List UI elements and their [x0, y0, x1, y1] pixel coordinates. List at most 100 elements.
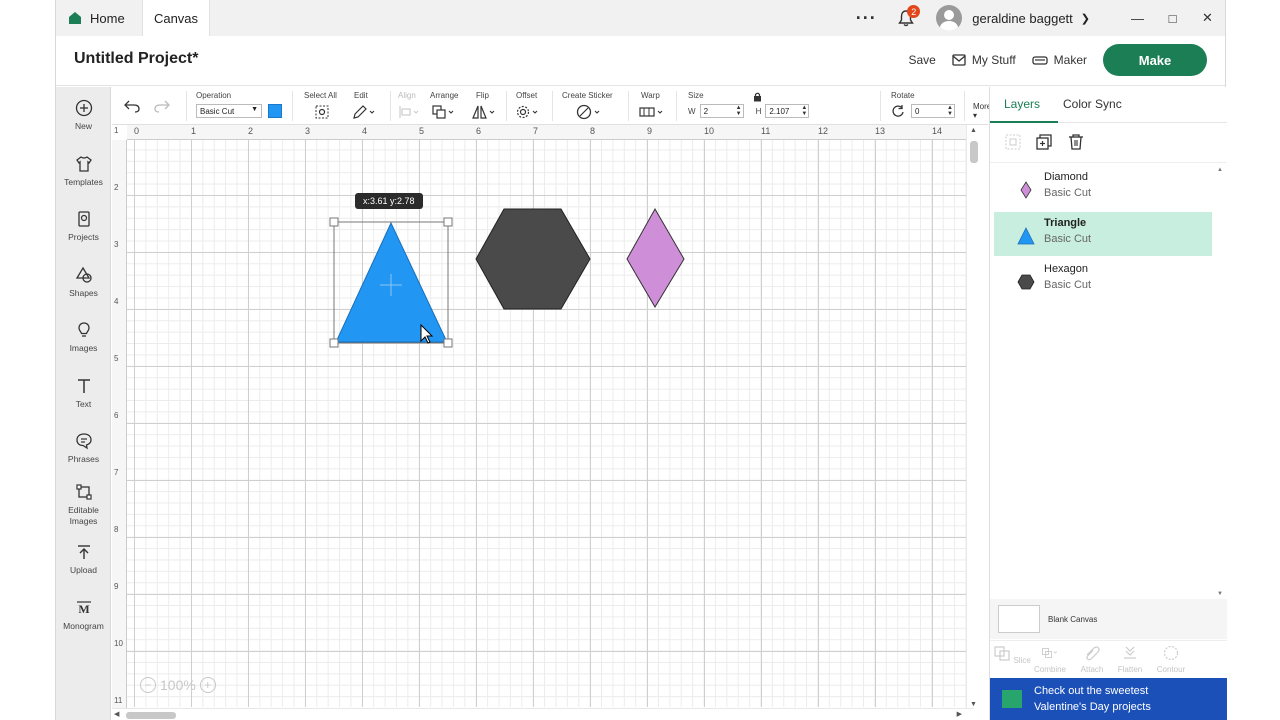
close-button[interactable]: ✕ [1190, 0, 1225, 36]
spinner-icon[interactable]: ▲ ▼ [736, 105, 742, 117]
sidebar-item-phrases[interactable]: Phrases [56, 426, 111, 478]
zoom-control[interactable]: − 100% + [140, 677, 216, 693]
vertical-scrollbar[interactable]: ▲ ▼ [966, 125, 980, 710]
canvas-shapes [329, 207, 685, 348]
diamond-icon [1020, 181, 1032, 199]
make-button[interactable]: Make [1103, 44, 1207, 76]
zoom-out-icon[interactable]: − [140, 677, 156, 693]
lock-icon[interactable] [753, 92, 762, 102]
attach-button[interactable]: Attach [1072, 645, 1112, 674]
operation-group: Operation [196, 91, 231, 100]
layers-scrollbar[interactable]: ▲ ▼ [1217, 167, 1225, 597]
hexagon-shape[interactable] [475, 208, 591, 310]
sidebar-item-projects[interactable]: Projects [56, 204, 111, 256]
promo-banner[interactable]: Check out the sweetest Valentine's Day p… [990, 678, 1227, 720]
username[interactable]: geraldine baggett [972, 11, 1072, 26]
layer-row-diamond[interactable]: Diamond Basic Cut [994, 166, 1212, 210]
zoom-in-icon[interactable]: + [199, 677, 216, 693]
my-stuff-button[interactable]: My Stuff [952, 53, 1016, 67]
maker-button[interactable]: Maker [1032, 53, 1087, 67]
maximize-button[interactable]: □ [1155, 0, 1190, 36]
sidebar-item-upload[interactable]: Upload [56, 537, 111, 589]
layer-row-hexagon[interactable]: Hexagon Basic Cut [994, 258, 1212, 302]
flip-icon[interactable] [472, 105, 498, 119]
sidebar-item-label: Shapes [69, 288, 98, 298]
chevron-down-icon[interactable]: ❯ [1081, 12, 1090, 25]
sidebar-item-editable-images[interactable]: Editable Images [56, 477, 111, 529]
horizontal-scroll-thumb[interactable] [126, 712, 176, 719]
flip-label: Flip [476, 91, 489, 100]
sidebar-item-label: Editable Images [68, 505, 99, 526]
contour-button[interactable]: Contour [1151, 645, 1191, 674]
sidebar-item-shapes[interactable]: Shapes [56, 260, 111, 312]
offset-icon[interactable] [516, 105, 542, 119]
tab-canvas[interactable]: Canvas [142, 0, 210, 36]
layer-row-triangle[interactable]: Triangle Basic Cut [994, 212, 1212, 256]
tab-layers[interactable]: Layers [1004, 97, 1040, 111]
warp-label: Warp [641, 91, 660, 100]
operation-select[interactable]: Basic Cut ▼ [196, 104, 262, 118]
caret-down-icon: ▼ [251, 106, 258, 113]
minimize-button[interactable]: — [1120, 0, 1155, 36]
spinner-icon[interactable]: ▲ ▼ [801, 105, 807, 117]
save-label: Save [908, 53, 936, 67]
maker-label: Maker [1053, 53, 1087, 67]
combine-button[interactable]: Combine [1030, 645, 1070, 674]
triangle-icon [1017, 227, 1035, 245]
contour-label: Contour [1156, 665, 1186, 674]
notifications-button[interactable]: 2 [886, 0, 926, 36]
redo-icon[interactable] [154, 99, 170, 113]
design-canvas[interactable]: 0 1 2 3 4 5 6 7 8 9 10 11 12 13 14 1 2 3 4 5 6 7 8 9 10 11 x:3.6… [112, 125, 988, 720]
tab-home[interactable]: Home [68, 0, 125, 36]
machine-icon [1032, 56, 1048, 65]
diamond-shape[interactable] [626, 207, 685, 308]
arrange-label: Arrange [430, 91, 459, 100]
resize-handle[interactable] [443, 338, 453, 348]
sidebar-item-new[interactable]: New [56, 93, 111, 145]
sidebar-item-monogram[interactable]: M Monogram [56, 593, 111, 645]
arrange-icon[interactable] [432, 105, 458, 119]
sidebar-item-templates[interactable]: Templates [56, 149, 111, 201]
align-icon[interactable] [398, 105, 422, 119]
edit-label: Edit [354, 91, 368, 100]
more-options-icon[interactable]: ··· [846, 8, 886, 29]
speech-bubble-icon [75, 433, 92, 450]
resize-handle[interactable] [329, 338, 339, 348]
duplicate-icon[interactable] [1035, 133, 1053, 151]
coordinate-tooltip: x:3.61 y:2.78 [355, 193, 423, 209]
sidebar-item-text[interactable]: Text [56, 371, 111, 423]
caret-down-icon: ▾ [973, 111, 978, 120]
flatten-icon [1124, 646, 1136, 659]
layers-panel: Layers Color Sync Diamond Basic Cut Tria… [989, 87, 1227, 720]
warp-icon[interactable] [638, 105, 666, 119]
tab-color-sync[interactable]: Color Sync [1063, 97, 1122, 111]
save-button[interactable]: Save [909, 53, 936, 67]
vertical-scroll-thumb[interactable] [970, 141, 978, 163]
sidebar-item-images[interactable]: Images [56, 315, 111, 367]
blank-canvas-swatch[interactable] [998, 605, 1040, 633]
sidebar-item-label: Phrases [67, 454, 100, 464]
undo-icon[interactable] [124, 99, 140, 113]
shirt-icon [75, 156, 92, 172]
blank-canvas-row[interactable]: Blank Canvas [990, 599, 1227, 639]
rotate-input[interactable]: 0 ▲ ▼ [911, 104, 955, 118]
resize-handle[interactable] [329, 217, 339, 227]
avatar[interactable] [936, 5, 963, 31]
trash-icon[interactable] [1067, 133, 1085, 151]
operation-color-swatch[interactable] [268, 104, 282, 118]
pencil-icon[interactable] [352, 105, 376, 119]
group-icon[interactable] [1004, 133, 1022, 151]
sidebar-item-label: Upload [70, 565, 97, 575]
spinner-icon[interactable]: ▲ ▼ [947, 105, 953, 117]
projects-icon [77, 211, 90, 227]
select-all-icon[interactable] [314, 105, 330, 119]
width-input[interactable]: 2 ▲ ▼ [699, 104, 744, 118]
resize-handle[interactable] [443, 217, 453, 227]
horizontal-scrollbar[interactable]: ◀ ▶ [112, 708, 974, 720]
slice-button[interactable]: Slice [992, 645, 1032, 665]
editable-images-icon [75, 484, 92, 500]
flatten-button[interactable]: Flatten [1110, 645, 1150, 674]
project-title[interactable]: Untitled Project* [74, 50, 198, 68]
height-input[interactable]: 2.107 ▲ ▼ [765, 104, 810, 118]
sticker-icon[interactable] [576, 104, 604, 120]
